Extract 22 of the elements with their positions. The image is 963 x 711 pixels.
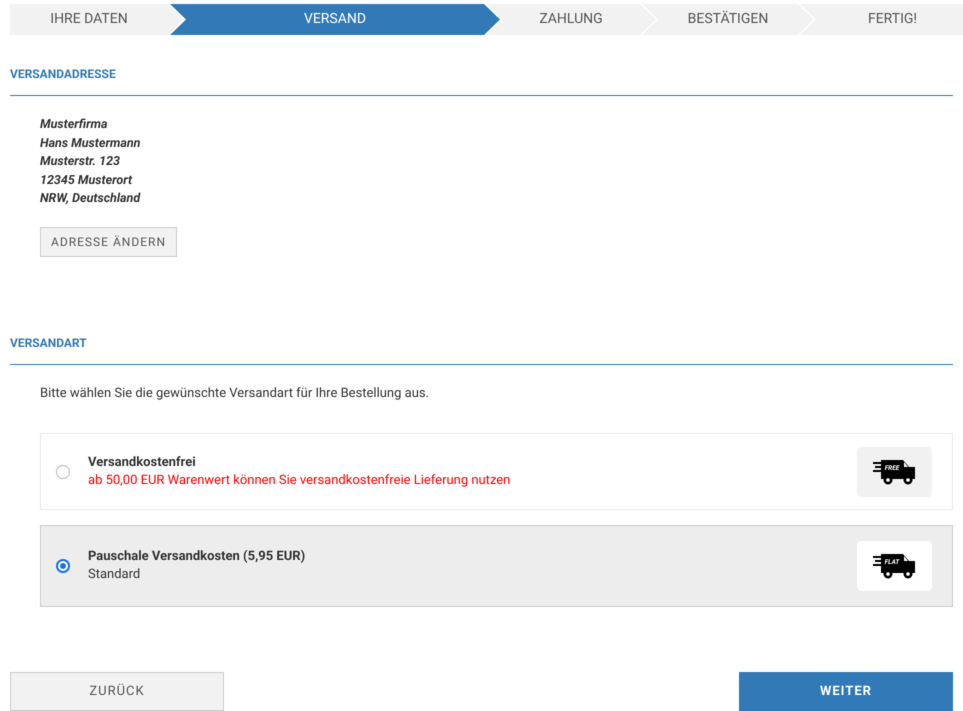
address-line: Hans Mustermann <box>40 134 142 152</box>
address-line: Musterfirma <box>40 116 109 134</box>
next-button[interactable]: WEITER <box>739 672 953 711</box>
checkout-step-tab[interactable]: IHRE DATEN <box>10 4 184 35</box>
back-button[interactable]: ZURÜCK <box>10 672 224 711</box>
address-line: NRW, Deutschland <box>40 190 142 208</box>
option-title: Pauschale Versandkosten (5,95 EUR) <box>88 548 306 566</box>
checkout-step-tab[interactable]: BESTÄTIGEN <box>642 4 814 35</box>
option-title: Versandkostenfrei <box>88 454 197 472</box>
checkout-step-tab[interactable]: ZAHLUNG <box>486 4 656 35</box>
section-heading: VERSANDADRESSE <box>10 65 953 96</box>
address-line: Musterstr. 123 <box>40 153 122 171</box>
instruction-text: Bitte wählen Sie die gewünschte Versandart für Ihre Bestellung aus. <box>39 384 430 402</box>
change-address-button[interactable]: ADRESSE ÄNDERN <box>40 226 178 256</box>
option-note: ab 50,00 EUR Warenwert können Sie versandkostenfreie Lieferung nutzen <box>88 472 512 490</box>
radio-button[interactable] <box>56 464 70 478</box>
checkout-step-tab[interactable]: FERTIG! <box>800 4 963 35</box>
radio-button[interactable] <box>56 559 70 573</box>
section-heading: VERSANDART <box>10 334 953 364</box>
address-line: 12345 Musterort <box>40 172 134 190</box>
checkout-step-tab[interactable]: VERSAND <box>170 4 500 35</box>
option-detail: Standard <box>88 566 142 584</box>
